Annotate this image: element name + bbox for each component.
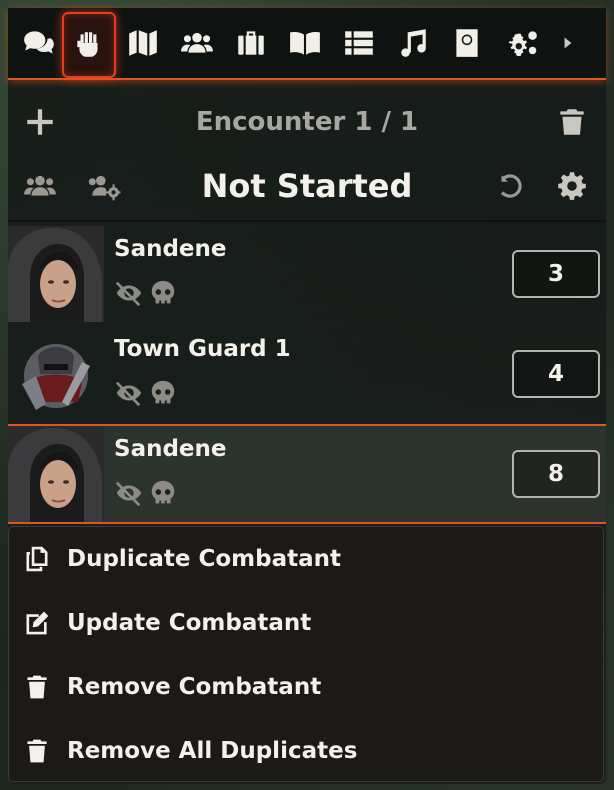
- cogs-icon: [508, 31, 537, 57]
- suitcase-icon: [238, 31, 264, 55]
- reset-initiative-button[interactable]: [488, 164, 532, 208]
- tab-tables[interactable]: [334, 12, 384, 74]
- map-icon: [129, 30, 157, 56]
- tab-settings[interactable]: [498, 12, 548, 74]
- menu-item-label: Remove All Duplicates: [67, 738, 358, 764]
- chat-icon: [24, 31, 54, 54]
- context-menu: Duplicate Combatant Update Combatant Rem…: [8, 526, 604, 782]
- combatant-name: Town Guard 1: [114, 336, 291, 362]
- initiative-value[interactable]: 4: [512, 350, 600, 398]
- eye-slash-icon[interactable]: [114, 278, 144, 308]
- combatant-row[interactable]: Town Guard 1 4: [8, 326, 606, 422]
- edit-icon: [26, 611, 49, 635]
- trash-icon: [560, 109, 584, 135]
- combatant-portrait: [8, 226, 104, 322]
- tab-items[interactable]: [226, 12, 276, 74]
- combatant-portrait: [8, 426, 104, 522]
- combatant-row-active[interactable]: Sandene 8: [8, 424, 606, 524]
- skull-icon[interactable]: [148, 378, 178, 408]
- combat-settings-button[interactable]: [550, 164, 594, 208]
- menu-item-label: Update Combatant: [67, 610, 312, 636]
- combatant-controls: [114, 278, 178, 308]
- combatant-controls: [114, 378, 178, 408]
- divider: [8, 220, 606, 222]
- menu-item-duplicate-combatant[interactable]: Duplicate Combatant: [9, 527, 603, 591]
- trash-icon: [27, 739, 47, 763]
- delete-encounter-button[interactable]: [550, 100, 594, 144]
- hooded-woman-portrait: [8, 426, 104, 522]
- encounter-header: Encounter 1 / 1: [8, 90, 606, 154]
- tab-chat[interactable]: [14, 12, 64, 74]
- combat-status-row: Not Started: [8, 154, 606, 218]
- combatant-row[interactable]: Sandene 3: [8, 226, 606, 322]
- tab-actors[interactable]: [172, 12, 222, 74]
- encounter-title: Encounter 1 / 1: [195, 107, 419, 137]
- skull-icon[interactable]: [148, 478, 178, 508]
- combatant-name: Sandene: [114, 236, 227, 262]
- armored-guard-token: [22, 344, 90, 410]
- menu-item-remove-all-duplicates[interactable]: Remove All Duplicates: [9, 719, 603, 783]
- trash-icon: [27, 675, 47, 699]
- menu-item-remove-combatant[interactable]: Remove Combatant: [9, 655, 603, 719]
- sidebar-tabs: [8, 8, 606, 80]
- list-icon: [345, 31, 373, 55]
- initiative-value[interactable]: 8: [512, 450, 600, 498]
- gear-icon: [558, 172, 586, 200]
- atlas-icon: [456, 29, 478, 57]
- book-open-icon: [290, 31, 320, 55]
- menu-item-label: Duplicate Combatant: [67, 546, 341, 572]
- skull-icon[interactable]: [148, 278, 178, 308]
- eye-slash-icon[interactable]: [114, 378, 144, 408]
- combatant-controls: [114, 478, 178, 508]
- menu-item-update-combatant[interactable]: Update Combatant: [9, 591, 603, 655]
- tab-combat[interactable]: [62, 12, 116, 78]
- eye-slash-icon[interactable]: [114, 478, 144, 508]
- hooded-woman-portrait: [8, 226, 104, 322]
- combatant-name: Sandene: [114, 436, 227, 462]
- caret-right-icon: [564, 37, 572, 49]
- fist-icon: [77, 32, 98, 57]
- combatant-portrait: [8, 326, 104, 422]
- tab-scenes[interactable]: [118, 12, 168, 74]
- menu-item-label: Remove Combatant: [67, 674, 322, 700]
- tab-collapse[interactable]: [548, 12, 588, 74]
- tab-journal[interactable]: [280, 12, 330, 74]
- copy-icon: [26, 546, 48, 572]
- tab-compendium[interactable]: [442, 12, 492, 74]
- users-icon: [181, 32, 213, 53]
- tab-playlists[interactable]: [388, 12, 438, 74]
- music-icon: [401, 29, 426, 57]
- initiative-value[interactable]: 3: [512, 250, 600, 298]
- undo-icon: [500, 174, 522, 198]
